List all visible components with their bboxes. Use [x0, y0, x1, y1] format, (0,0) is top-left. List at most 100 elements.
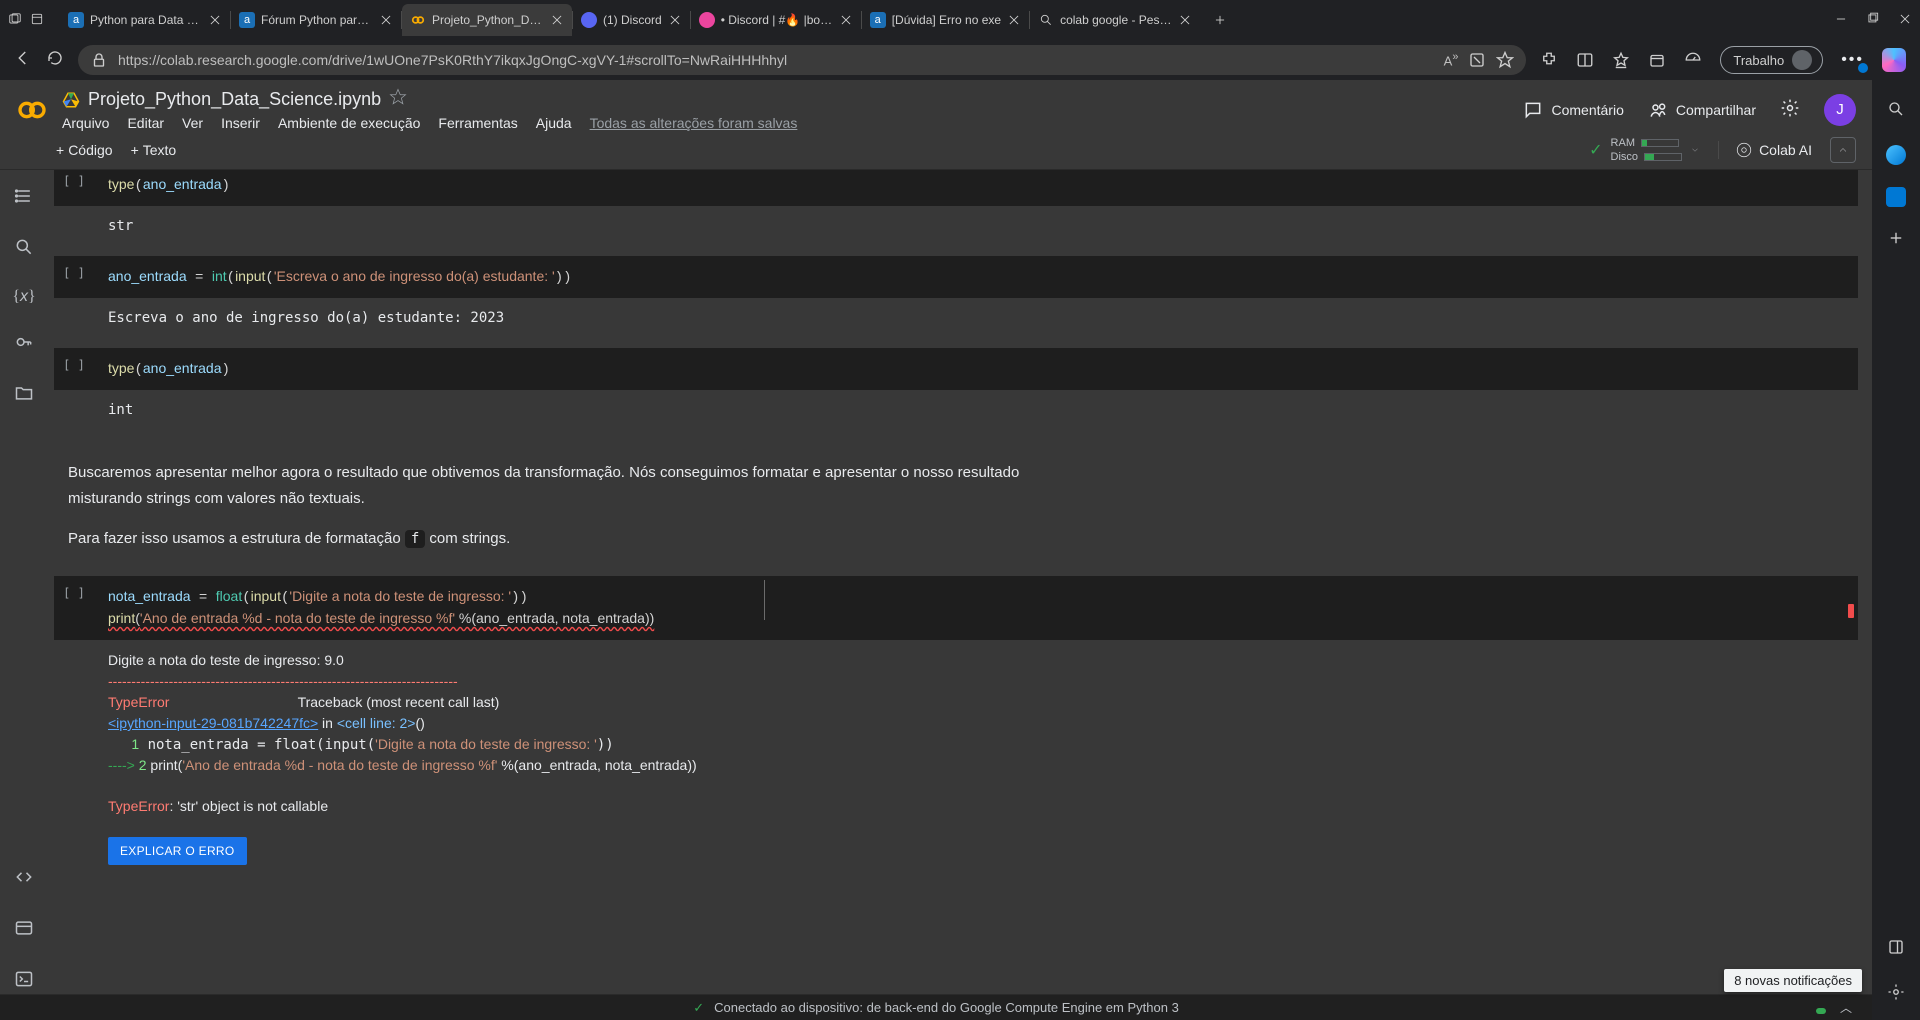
colab-header: Projeto_Python_Data_Science.ipynb Arquiv…: [0, 80, 1872, 131]
copilot-icon[interactable]: [1882, 48, 1906, 72]
cell-gutter[interactable]: [ ]: [54, 576, 94, 640]
colab-logo-icon: [16, 94, 48, 126]
close-icon[interactable]: [379, 13, 393, 27]
explain-error-button[interactable]: EXPLICAR O ERRO: [108, 837, 247, 865]
resource-widget[interactable]: ✓ RAM Disco: [1589, 137, 1700, 163]
refresh-button[interactable]: [46, 49, 64, 72]
favicon: [699, 12, 715, 28]
user-avatar[interactable]: J: [1824, 94, 1856, 126]
extensions-icon[interactable]: [1540, 51, 1558, 69]
variables-icon[interactable]: {x}: [12, 288, 35, 306]
close-icon[interactable]: [1178, 13, 1192, 27]
sidebar-settings-icon[interactable]: [1887, 983, 1905, 1006]
reader-icon[interactable]: A»: [1444, 51, 1459, 68]
secrets-icon[interactable]: [14, 332, 34, 357]
command-palette-icon[interactable]: [14, 918, 34, 943]
sidebar-search-icon[interactable]: [1887, 100, 1905, 123]
code-cell-error[interactable]: [ ] nota_entrada = float(input('Digite a…: [54, 576, 1858, 865]
sidebar-panel-icon[interactable]: [1887, 938, 1905, 961]
url-text: https://colab.research.google.com/drive/…: [118, 52, 1434, 68]
close-icon[interactable]: [839, 13, 853, 27]
profile-button[interactable]: Trabalho: [1720, 46, 1823, 74]
share-button[interactable]: Compartilhar: [1648, 100, 1756, 120]
code-cell[interactable]: [ ] ano_entrada = int(input('Escreva o a…: [54, 256, 1858, 338]
tab-projeto-colab[interactable]: Projeto_Python_Data: [402, 4, 572, 36]
tab-python-data-science[interactable]: a Python para Data Sci: [60, 4, 230, 36]
code-content[interactable]: type(ano_entrada): [94, 170, 1858, 206]
notification-toast[interactable]: 8 novas notificações: [1724, 969, 1862, 992]
sidebar-app-2-icon[interactable]: [1886, 187, 1906, 207]
add-code-button[interactable]: +Código: [56, 142, 113, 158]
cursor-indicator: [764, 580, 765, 620]
more-icon[interactable]: •••: [1841, 51, 1864, 69]
menu-runtime[interactable]: Ambiente de execução: [278, 115, 420, 131]
notebook-area[interactable]: [ ] type(ano_entrada) str [ ] ano_entrad…: [48, 170, 1872, 994]
close-icon[interactable]: [208, 13, 222, 27]
tab-title: Python para Data Sci: [90, 13, 202, 27]
split-icon[interactable]: [1576, 51, 1594, 69]
new-tab-button[interactable]: [1206, 6, 1234, 34]
toc-icon[interactable]: [14, 186, 34, 211]
close-icon[interactable]: [668, 13, 682, 27]
files-icon[interactable]: [14, 383, 34, 408]
markdown-cell[interactable]: Buscaremos apresentar melhor agora o res…: [54, 440, 1054, 576]
tab-discord-1[interactable]: (1) Discord: [573, 4, 690, 36]
menu-insert[interactable]: Inserir: [221, 115, 260, 131]
favorite-icon[interactable]: [1496, 51, 1514, 69]
collapse-button[interactable]: [1830, 137, 1856, 163]
code-content[interactable]: ano_entrada = int(input('Escreva o ano d…: [94, 256, 1858, 298]
minimize-button[interactable]: [1834, 12, 1848, 29]
disk-label: Disco: [1611, 151, 1639, 163]
colab-ai-button[interactable]: Colab AI: [1718, 141, 1812, 159]
tab-forum-python[interactable]: a Fórum Python para D: [231, 4, 401, 36]
terminal-icon[interactable]: [14, 969, 34, 994]
cell-gutter[interactable]: [ ]: [54, 256, 94, 298]
back-button[interactable]: [14, 49, 32, 72]
traceback-link[interactable]: <ipython-input-29-081b742247fc>: [108, 715, 318, 731]
performance-icon[interactable]: [1684, 51, 1702, 69]
close-icon[interactable]: [550, 13, 564, 27]
markdown-paragraph: Para fazer isso usamos a estrutura de fo…: [68, 526, 1040, 552]
cell-gutter[interactable]: [ ]: [54, 170, 94, 206]
error-marker-icon: [1848, 604, 1854, 618]
status-bar: ✓ Conectado ao dispositivo: de back-end …: [0, 994, 1872, 1020]
menu-tools[interactable]: Ferramentas: [438, 115, 517, 131]
code-content[interactable]: type(ano_entrada): [94, 348, 1858, 390]
star-icon[interactable]: [389, 88, 407, 111]
search-icon[interactable]: [14, 237, 34, 262]
cell-output: int: [54, 390, 1858, 430]
tab-colab-search[interactable]: colab google - Pesqu: [1030, 4, 1200, 36]
code-cell[interactable]: [ ] type(ano_entrada) int: [54, 348, 1858, 430]
personal-tabs-icon[interactable]: [8, 12, 22, 29]
url-box[interactable]: https://colab.research.google.com/drive/…: [78, 45, 1526, 75]
profile-label: Trabalho: [1733, 53, 1784, 68]
favicon: a: [870, 12, 886, 28]
code-content[interactable]: nota_entrada = float(input('Digite a not…: [94, 576, 1858, 640]
workspaces-icon[interactable]: [30, 12, 44, 29]
code-snippets-icon[interactable]: [14, 867, 34, 892]
save-status[interactable]: Todas as alterações foram salvas: [590, 115, 798, 131]
menu-edit[interactable]: Editar: [127, 115, 164, 131]
status-text: Conectado ao dispositivo: de back-end do…: [714, 1000, 1179, 1015]
close-window-button[interactable]: [1898, 12, 1912, 29]
add-text-button[interactable]: +Texto: [131, 142, 177, 158]
close-icon[interactable]: [1007, 13, 1021, 27]
translate-icon[interactable]: [1468, 51, 1486, 69]
tab-duvida-erro[interactable]: a [Dúvida] Erro no exe: [862, 4, 1029, 36]
maximize-button[interactable]: [1866, 12, 1880, 29]
menu-file[interactable]: Arquivo: [62, 115, 109, 131]
menu-view[interactable]: Ver: [182, 115, 203, 131]
chevron-up-icon[interactable]: ︿: [1840, 999, 1852, 1016]
tab-discord-2[interactable]: • Discord | #🔥 |boas: [691, 4, 861, 36]
settings-button[interactable]: [1780, 98, 1800, 121]
address-bar: https://colab.research.google.com/drive/…: [0, 40, 1920, 80]
sidebar-app-1-icon[interactable]: [1886, 145, 1906, 165]
menu-help[interactable]: Ajuda: [536, 115, 572, 131]
collections-icon[interactable]: [1648, 51, 1666, 69]
cell-gutter[interactable]: [ ]: [54, 348, 94, 390]
sidebar-add-icon[interactable]: [1887, 229, 1905, 252]
code-cell[interactable]: [ ] type(ano_entrada) str: [54, 170, 1858, 246]
comment-button[interactable]: Comentário: [1523, 100, 1623, 120]
document-title[interactable]: Projeto_Python_Data_Science.ipynb: [88, 89, 381, 110]
favorites-bar-icon[interactable]: [1612, 51, 1630, 69]
